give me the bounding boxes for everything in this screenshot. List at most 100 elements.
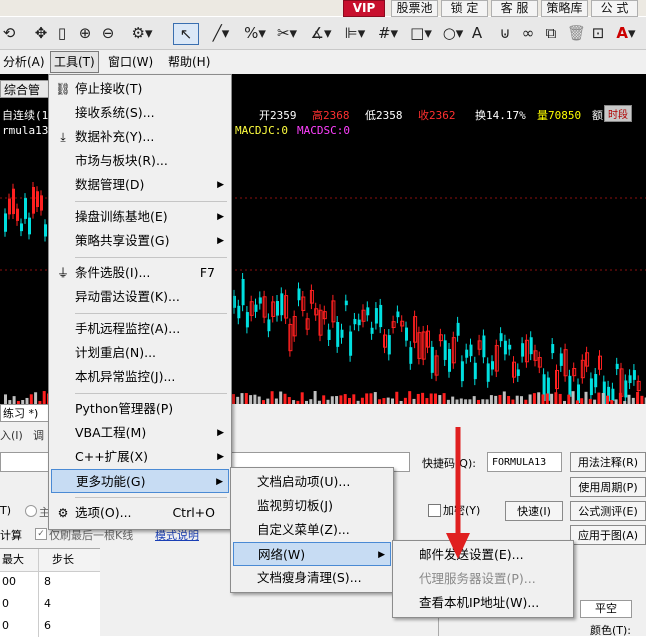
main-radio[interactable]: [25, 505, 37, 517]
candle-body: [469, 344, 473, 357]
candle-body: [40, 195, 43, 211]
grid-cell[interactable]: 0: [2, 593, 9, 615]
hash-tool-icon[interactable]: #▾: [373, 23, 403, 43]
vip-button[interactable]: VIP: [343, 0, 385, 17]
grid-cell[interactable]: 4: [44, 593, 51, 615]
menu-separator: [75, 497, 227, 498]
menu-item-label: 操盘训练基地(E): [75, 209, 168, 224]
delete-icon[interactable]: 🗑: [567, 23, 586, 43]
menu-item-trading-training[interactable]: 操盘训练基地(E) ▶: [51, 205, 229, 229]
adjust-label[interactable]: 调: [33, 427, 44, 443]
ping-tab[interactable]: 平空: [580, 600, 632, 618]
menu-item-data-management[interactable]: 数据管理(D) ▶: [51, 173, 229, 197]
refresh-icon[interactable]: ⟲: [2, 23, 16, 43]
angle-tool-icon[interactable]: ∡▾: [306, 23, 336, 43]
menu-item-label: 停止接收(T): [75, 81, 143, 96]
stock-pool-button[interactable]: 股票池: [391, 0, 438, 17]
grid-cell[interactable]: 00: [2, 571, 16, 593]
volume-bar: [29, 394, 33, 404]
font-color-icon[interactable]: A▾: [612, 23, 640, 43]
menu-item-cpp-extension[interactable]: C++扩展(X) ▶: [51, 445, 229, 469]
cursor-select-icon[interactable]: ↖: [173, 23, 199, 45]
menu-item-more-functions[interactable]: 更多功能(G) ▶: [51, 469, 229, 493]
menu-item-doc-slim[interactable]: 文档瘦身清理(S)...: [233, 566, 391, 590]
candle-body: [615, 363, 619, 370]
menu-item-options[interactable]: ⚙ 选项(O)... Ctrl+O: [51, 501, 229, 525]
shortcut-field[interactable]: FORMULA13: [487, 452, 562, 472]
usage-note-button[interactable]: 用法注释(R): [570, 452, 646, 472]
practice-tab[interactable]: 练习 *): [0, 404, 50, 422]
menu-item-radar-settings[interactable]: 异动雷达设置(K)...: [51, 285, 229, 309]
grid-cell[interactable]: 8: [44, 571, 51, 593]
grid-cell[interactable]: 0: [2, 615, 9, 637]
text-tool-icon[interactable]: A: [470, 23, 484, 43]
customer-service-button[interactable]: 客 服: [491, 0, 538, 17]
strategy-library-button[interactable]: 策略库: [541, 0, 588, 17]
menu-item-network[interactable]: 网络(W) ▶: [233, 542, 391, 566]
volume-bar: [421, 392, 425, 404]
menu-tools[interactable]: 工具(T): [50, 51, 99, 73]
parameter-grid[interactable]: 最大 步长 00 8 0 4 0 6: [0, 548, 100, 637]
menu-item-stop-receive[interactable]: ⛓ 停止接收(T): [51, 77, 229, 101]
table-row[interactable]: 00 8: [0, 571, 100, 593]
candle-body: [508, 344, 512, 350]
menu-item-email-settings[interactable]: 邮件发送设置(E)...: [395, 543, 571, 567]
table-row[interactable]: 0 6: [0, 615, 100, 637]
menu-item-vba-project[interactable]: VBA工程(M) ▶: [51, 421, 229, 445]
vertical-bar-icon[interactable]: ▯: [55, 23, 69, 43]
percent-tool-icon[interactable]: %▾: [240, 23, 270, 43]
move-icon[interactable]: ✥: [32, 23, 50, 43]
menu-item-doc-startup[interactable]: 文档启动项(U)...: [233, 470, 391, 494]
menu-item-custom-menu[interactable]: 自定义菜单(Z)...: [233, 518, 391, 542]
menu-item-label: 异动雷达设置(K)...: [75, 289, 180, 304]
menu-item-local-anomaly-monitor[interactable]: 本机异常监控(J)...: [51, 365, 229, 389]
menu-item-monitor-clipboard[interactable]: 监视剪切板(J): [233, 494, 391, 518]
formula-button[interactable]: 公 式: [591, 0, 638, 17]
import-label[interactable]: 入(I): [0, 427, 23, 443]
menu-separator: [75, 257, 227, 258]
lock-icon[interactable]: ⊡: [590, 23, 606, 43]
shortcut-text: F7: [199, 265, 215, 280]
menu-item-view-ip[interactable]: 查看本机IP地址(W)...: [395, 591, 571, 615]
candle-body: [237, 305, 241, 319]
menu-item-mobile-monitor[interactable]: 手机远程监控(A)...: [51, 317, 229, 341]
volume-bar: [597, 392, 601, 404]
copy-icon[interactable]: ⧉: [543, 23, 559, 43]
menu-item-market-sector[interactable]: 市场与板块(R)...: [51, 149, 229, 173]
grid-cell[interactable]: 6: [44, 615, 51, 637]
zoom-in-icon[interactable]: ⊕: [76, 23, 94, 43]
menu-window[interactable]: 窗口(W): [105, 52, 156, 72]
fast-button[interactable]: 快速(I): [505, 501, 563, 521]
menu-item-strategy-share[interactable]: 策略共享设置(G) ▶: [51, 229, 229, 253]
gridlines-tool-icon[interactable]: ⊫▾: [340, 23, 370, 43]
menu-item-scheduled-restart[interactable]: 计划重启(N)...: [51, 341, 229, 365]
radio-t-label: T): [0, 504, 12, 517]
use-period-button[interactable]: 使用周期(P): [570, 477, 646, 497]
apply-to-chart-button[interactable]: 应用于图(A): [570, 525, 646, 545]
menu-item-proxy-settings[interactable]: 代理服务器设置(P)...: [395, 567, 571, 591]
grid-header-max: 最大: [2, 553, 24, 566]
last-kline-checkbox[interactable]: ✓: [35, 528, 47, 540]
settings-dropdown-icon[interactable]: ⚙▾: [127, 23, 157, 43]
volume-bar: [537, 392, 541, 404]
link-tool-icon[interactable]: ∞: [520, 23, 536, 43]
menu-item-condition-select[interactable]: ⏚ 条件选股(I)... F7: [51, 261, 229, 285]
candle-body: [499, 333, 503, 342]
circle-tool-icon[interactable]: ○▾: [438, 23, 468, 43]
menu-item-receive-system[interactable]: 接收系统(S)...: [51, 101, 229, 125]
menu-item-data-supplement[interactable]: ⤓ 数据补充(Y)...: [51, 125, 229, 149]
rectangle-tool-icon[interactable]: □▾: [406, 23, 436, 43]
menu-help[interactable]: 帮助(H): [165, 52, 213, 72]
menu-item-label: 查看本机IP地址(W)...: [419, 595, 540, 610]
zoom-out-icon[interactable]: ⊖: [99, 23, 117, 43]
table-row[interactable]: 0 4: [0, 593, 100, 615]
menu-item-label: C++扩展(X): [75, 449, 148, 464]
magnet-icon[interactable]: ⊍: [497, 23, 513, 43]
menu-item-python-manager[interactable]: Python管理器(P): [51, 397, 229, 421]
scissors-tool-icon[interactable]: ✂▾: [272, 23, 302, 43]
lock-button[interactable]: 锁 定: [441, 0, 488, 17]
menu-analysis[interactable]: 分析(A): [0, 52, 48, 72]
formula-test-button[interactable]: 公式测评(E): [570, 501, 646, 521]
line-tool-icon[interactable]: ╱▾: [206, 23, 236, 43]
candle-body: [589, 378, 593, 396]
